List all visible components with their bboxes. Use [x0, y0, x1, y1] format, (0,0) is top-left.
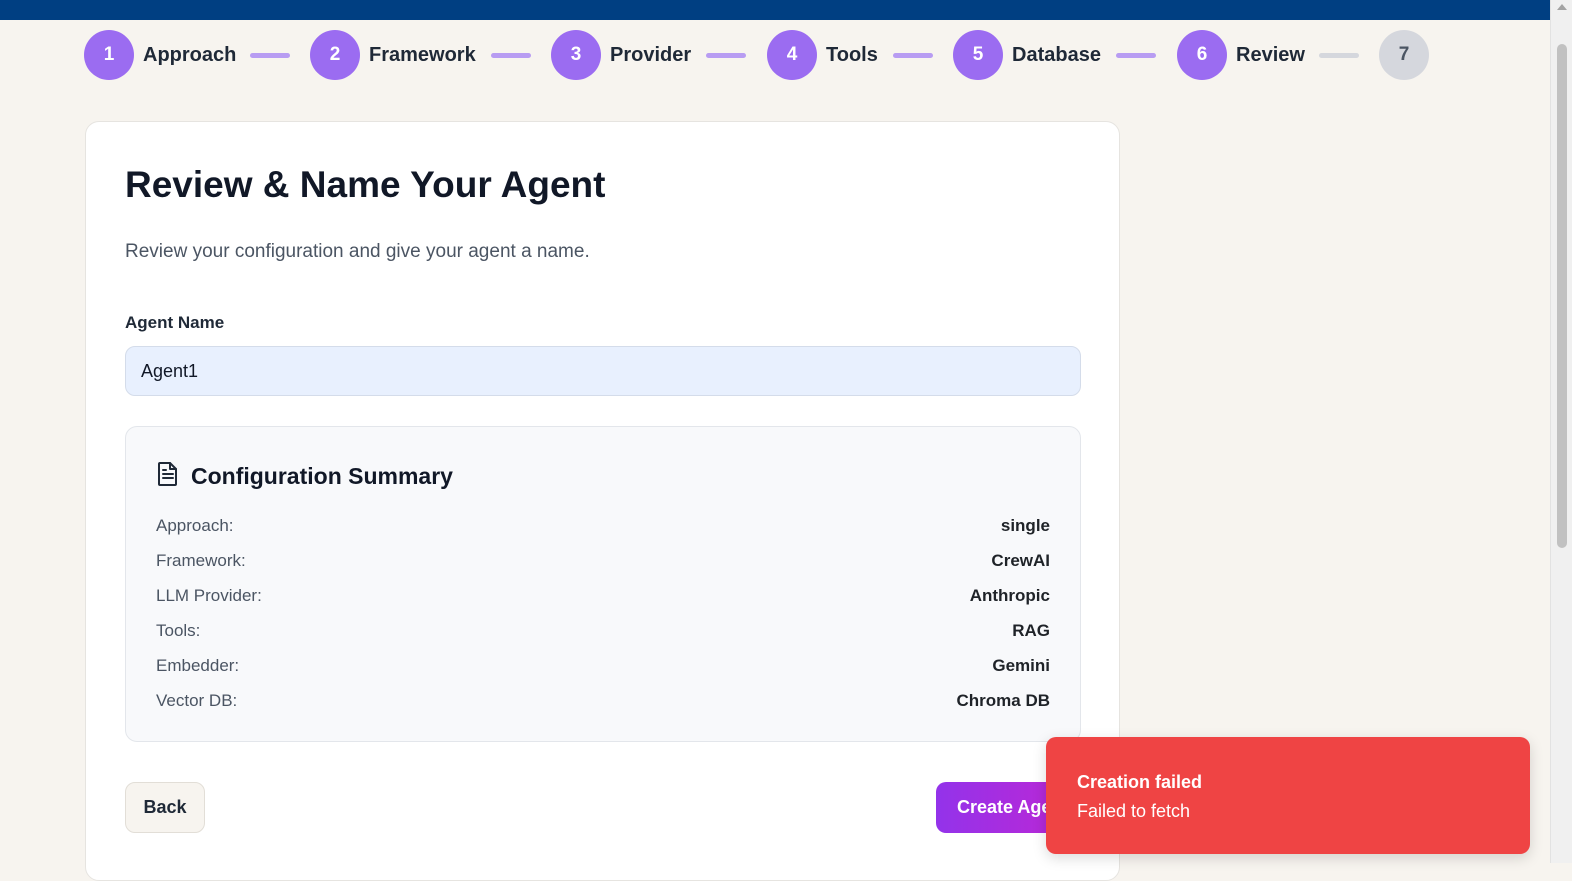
- summary-key: Vector DB:: [156, 691, 238, 710]
- summary-key: Framework:: [156, 551, 246, 570]
- summary-row-framework: Framework: CrewAI: [156, 548, 1050, 574]
- step-label: Tools: [826, 43, 878, 66]
- top-app-bar: [0, 0, 1550, 20]
- document-icon: [156, 461, 180, 492]
- summary-value: Chroma DB: [956, 691, 1050, 710]
- summary-value: Gemini: [992, 656, 1050, 675]
- summary-key: Embedder:: [156, 656, 240, 675]
- toast-title: Creation failed: [1077, 772, 1203, 792]
- step-number: 6: [1177, 30, 1227, 80]
- back-button[interactable]: Back: [125, 782, 205, 833]
- step-database[interactable]: 5 Database: [953, 30, 1101, 80]
- step-label: Approach: [143, 43, 237, 66]
- step-label: Framework: [369, 43, 476, 66]
- step-label: Review: [1236, 43, 1305, 66]
- summary-key: Approach:: [156, 516, 234, 535]
- step-number: 7: [1379, 30, 1429, 80]
- summary-row-approach: Approach: single: [156, 513, 1050, 539]
- summary-value: CrewAI: [991, 551, 1050, 570]
- page-scrollbar[interactable]: [1550, 0, 1572, 863]
- step-connector: [1116, 53, 1156, 58]
- page-subtitle: Review your configuration and give your …: [125, 241, 590, 262]
- agent-name-label: Agent Name: [125, 313, 225, 332]
- summary-row-embedder: Embedder: Gemini: [156, 653, 1050, 679]
- summary-row-vector-db: Vector DB: Chroma DB: [156, 688, 1050, 714]
- step-connector: [706, 53, 746, 58]
- scrollbar-thumb[interactable]: [1557, 44, 1567, 548]
- step-number: 1: [84, 30, 134, 80]
- step-connector: [893, 53, 933, 58]
- step-tools[interactable]: 4 Tools: [767, 30, 878, 80]
- step-connector: [250, 53, 290, 58]
- step-review[interactable]: 6 Review: [1177, 30, 1305, 80]
- step-label: Provider: [610, 43, 692, 66]
- step-number: 3: [551, 30, 601, 80]
- step-label: Database: [1012, 43, 1101, 66]
- summary-row-tools: Tools: RAG: [156, 618, 1050, 644]
- summary-row-llm-provider: LLM Provider: Anthropic: [156, 583, 1050, 609]
- agent-name-input[interactable]: [125, 346, 1081, 396]
- summary-key: LLM Provider:: [156, 586, 262, 605]
- configuration-summary: Configuration Summary Approach: single F…: [125, 426, 1081, 742]
- summary-key: Tools:: [156, 621, 201, 640]
- page-title: Review & Name Your Agent: [125, 164, 606, 205]
- step-framework[interactable]: 2 Framework: [310, 30, 476, 80]
- step-connector: [1319, 53, 1359, 58]
- scroll-up-icon[interactable]: [1557, 4, 1567, 10]
- error-toast[interactable]: Creation failed Failed to fetch: [1046, 737, 1530, 854]
- summary-value: single: [1000, 516, 1050, 535]
- step-number: 4: [767, 30, 817, 80]
- summary-value: RAG: [1012, 621, 1050, 640]
- summary-header: Configuration Summary: [156, 461, 453, 492]
- step-provider[interactable]: 3 Provider: [551, 30, 691, 80]
- step-approach[interactable]: 1 Approach: [84, 30, 236, 80]
- toast-message: Failed to fetch: [1077, 801, 1191, 821]
- summary-value: Anthropic: [969, 586, 1050, 605]
- review-card: Review & Name Your Agent Review your con…: [85, 121, 1120, 881]
- step-number: 2: [310, 30, 360, 80]
- step-7[interactable]: 7: [1379, 30, 1429, 80]
- step-number: 5: [953, 30, 1003, 80]
- step-connector: [491, 53, 531, 58]
- summary-title: Configuration Summary: [191, 463, 453, 489]
